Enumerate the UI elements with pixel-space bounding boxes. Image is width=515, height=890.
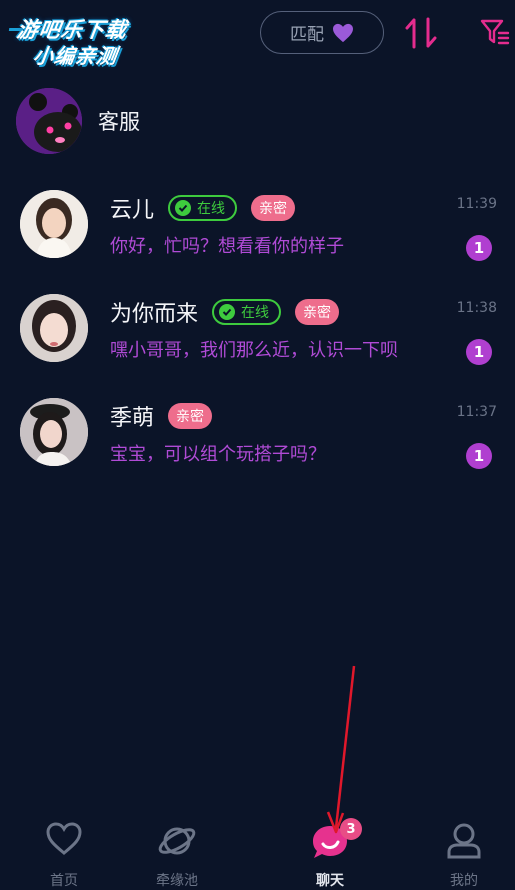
- customer-service-row[interactable]: 客服: [16, 86, 496, 156]
- chat-unread-count: 3: [340, 818, 362, 840]
- match-button[interactable]: 匹配: [260, 11, 384, 54]
- tab-match-pool[interactable]: 牵缘池: [127, 812, 227, 890]
- planet-icon: [158, 827, 196, 855]
- bear-mascot-icon: [16, 88, 82, 154]
- last-message: 你好，忙吗？想看看你的样子: [110, 236, 344, 257]
- tab-profile[interactable]: 我的: [414, 812, 514, 890]
- name-line: 季萌 亲密: [110, 400, 213, 432]
- message-time: 11:37: [456, 404, 497, 420]
- unread-badge: 1: [466, 339, 492, 365]
- tab-label: 聊天: [316, 873, 344, 889]
- last-message: 宝宝，可以组个玩搭子吗？: [110, 444, 326, 465]
- online-badge: 在线: [212, 299, 282, 325]
- heart-outline-icon: [46, 822, 82, 855]
- tab-home[interactable]: 首页: [14, 812, 114, 890]
- tab-chat[interactable]: 3 聊天: [280, 812, 380, 890]
- user-photo: [20, 190, 88, 258]
- avatar: [20, 190, 88, 258]
- intimate-badge: 亲密: [251, 195, 296, 221]
- watermark-logo: 游吧乐下载 小编亲测: [2, 8, 160, 68]
- user-photo: [20, 398, 88, 466]
- contact-name: 为你而来: [110, 302, 199, 327]
- chat-row-weiniershai[interactable]: 为你而来 在线 亲密 嘿小哥哥，我们那么近，认识一下呗 11:38 1: [20, 294, 497, 365]
- online-badge: 在线: [168, 195, 238, 221]
- intimate-badge: 亲密: [168, 403, 213, 429]
- message-time: 11:39: [456, 196, 497, 212]
- person-icon: [447, 823, 481, 859]
- filter-icon[interactable]: [480, 18, 510, 46]
- sort-arrows-icon[interactable]: [404, 17, 438, 49]
- online-label: 在线: [241, 305, 270, 321]
- online-label: 在线: [197, 201, 226, 217]
- message-time: 11:38: [456, 300, 497, 316]
- avatar: [20, 398, 88, 466]
- logo-line-2: 小编亲测: [31, 44, 120, 68]
- tab-label: 首页: [50, 873, 78, 889]
- chat-row-jimeng[interactable]: 季萌 亲密 宝宝，可以组个玩搭子吗？ 11:37 1: [20, 398, 497, 469]
- chat-row-yuner[interactable]: 云儿 在线 亲密 你好，忙吗？想看看你的样子 11:39 1: [20, 190, 497, 261]
- bottom-tab-bar: 首页 牵缘池 3 聊天 我的: [0, 812, 515, 890]
- avatar: [20, 294, 88, 362]
- check-icon: [175, 200, 192, 216]
- name-line: 为你而来 在线 亲密: [110, 296, 340, 328]
- unread-badge: 1: [466, 235, 492, 261]
- match-label: 匹配: [290, 25, 324, 45]
- heart-icon: [333, 23, 353, 42]
- tab-label: 牵缘池: [156, 873, 198, 889]
- contact-name: 云儿: [110, 198, 155, 223]
- check-icon: [219, 304, 236, 320]
- unread-badge: 1: [466, 443, 492, 469]
- customer-service-avatar: [16, 88, 82, 154]
- contact-name: 季萌: [110, 406, 155, 431]
- tab-label: 我的: [450, 873, 478, 889]
- intimate-badge: 亲密: [295, 299, 340, 325]
- customer-service-label: 客服: [98, 110, 140, 134]
- name-line: 云儿 在线 亲密: [110, 192, 296, 224]
- user-photo: [20, 294, 88, 362]
- last-message: 嘿小哥哥，我们那么近，认识一下呗: [110, 340, 398, 361]
